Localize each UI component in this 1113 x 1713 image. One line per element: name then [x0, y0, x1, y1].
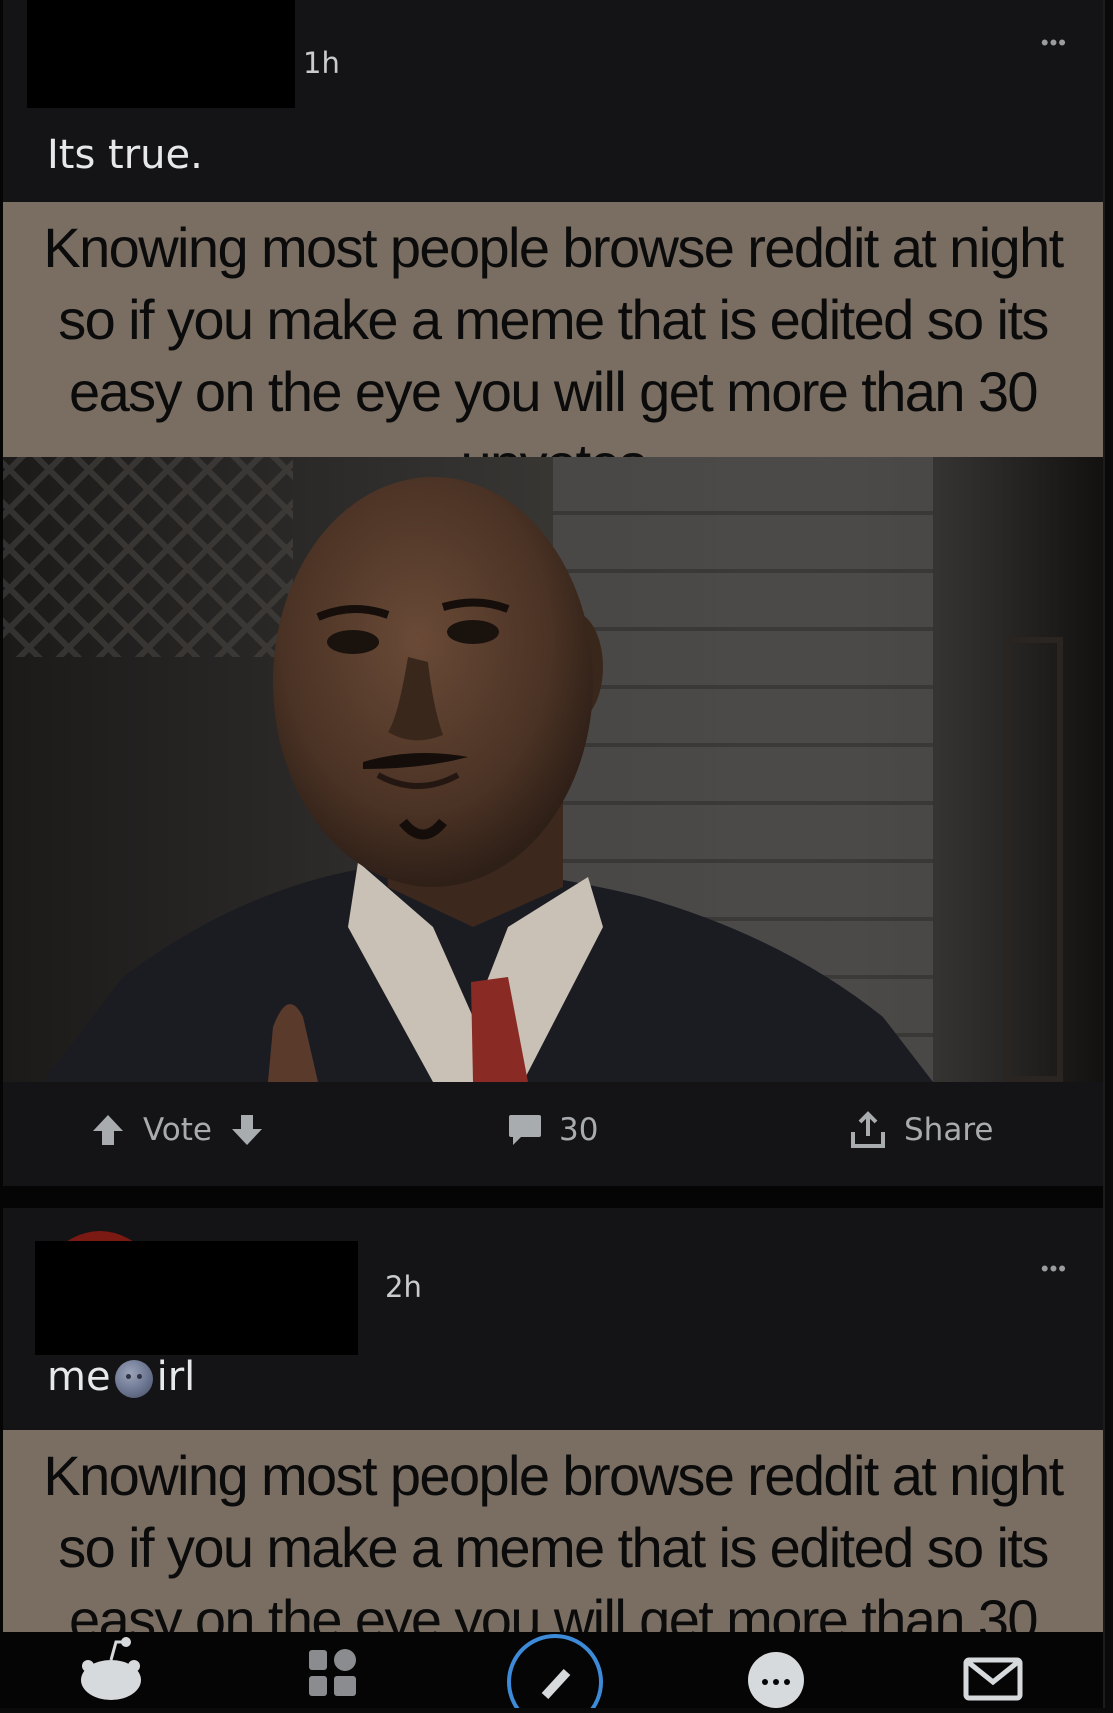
meme-caption: Knowing most people browse reddit at nig…: [3, 202, 1103, 457]
vote-label: Vote: [143, 1112, 212, 1148]
moon-face-icon: [114, 1360, 153, 1398]
post-title[interactable]: Its true.: [47, 132, 203, 178]
redacted-author-info: [27, 0, 295, 108]
comments-count: 30: [559, 1112, 599, 1148]
more-options-icon[interactable]: •••: [1041, 30, 1067, 56]
share-button[interactable]: Share: [848, 1110, 993, 1150]
bottom-tab-bar: [0, 1632, 1103, 1713]
title-text-start: me: [47, 1354, 111, 1400]
vote-group: Vote: [91, 1112, 264, 1148]
post-action-bar: Vote 30 Share: [3, 1082, 1103, 1186]
post-title[interactable]: me irl: [47, 1354, 195, 1400]
redacted-author-info: [35, 1241, 358, 1355]
downvote-arrow-icon[interactable]: [230, 1113, 264, 1147]
post-age: 1h: [303, 46, 340, 80]
inbox-icon[interactable]: [962, 1632, 1024, 1713]
chat-icon[interactable]: [746, 1632, 806, 1713]
home-icon[interactable]: [78, 1632, 144, 1713]
post-card[interactable]: 1h ••• Its true. Knowing most people bro…: [3, 0, 1103, 1186]
feed: 1h ••• Its true. Knowing most people bro…: [0, 0, 1105, 1713]
meme-image[interactable]: [3, 457, 1103, 1082]
post-age: 2h: [385, 1270, 422, 1304]
title-text-end: irl: [156, 1354, 196, 1400]
upvote-arrow-icon[interactable]: [91, 1113, 125, 1147]
comments-button[interactable]: 30: [507, 1112, 598, 1148]
create-post-icon[interactable]: [505, 1632, 605, 1713]
share-upload-icon: [848, 1110, 888, 1150]
share-label: Share: [904, 1112, 994, 1148]
photo-person: [43, 477, 933, 1082]
comment-bubble-icon: [507, 1113, 543, 1147]
more-options-icon[interactable]: •••: [1041, 1256, 1067, 1282]
communities-icon[interactable]: [305, 1632, 361, 1713]
